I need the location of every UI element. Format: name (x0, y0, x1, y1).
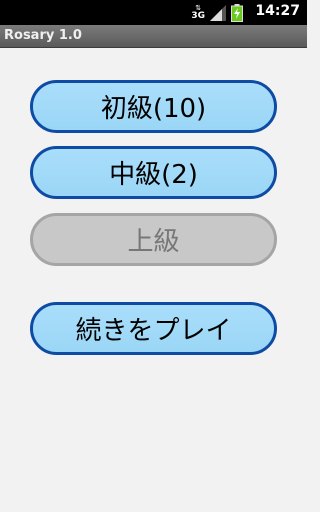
data-activity-icon: ⇅ 3G (191, 4, 205, 21)
advanced-level-button: 上級 (30, 213, 277, 266)
title-bar: Rosary 1.0 (0, 25, 307, 48)
signal-icon (210, 4, 226, 21)
app-title: Rosary 1.0 (4, 28, 82, 43)
status-icons: ⇅ 3G (191, 3, 243, 22)
status-bar: ⇅ 3G 14:27 (0, 0, 307, 25)
network-type-label: 3G (191, 10, 205, 21)
continue-play-button[interactable]: 続きをプレイ (30, 302, 277, 355)
battery-charging-icon (231, 3, 243, 22)
beginner-level-button[interactable]: 初級(10) (30, 80, 277, 133)
intermediate-level-button[interactable]: 中級(2) (30, 146, 277, 199)
status-clock: 14:27 (255, 3, 300, 19)
